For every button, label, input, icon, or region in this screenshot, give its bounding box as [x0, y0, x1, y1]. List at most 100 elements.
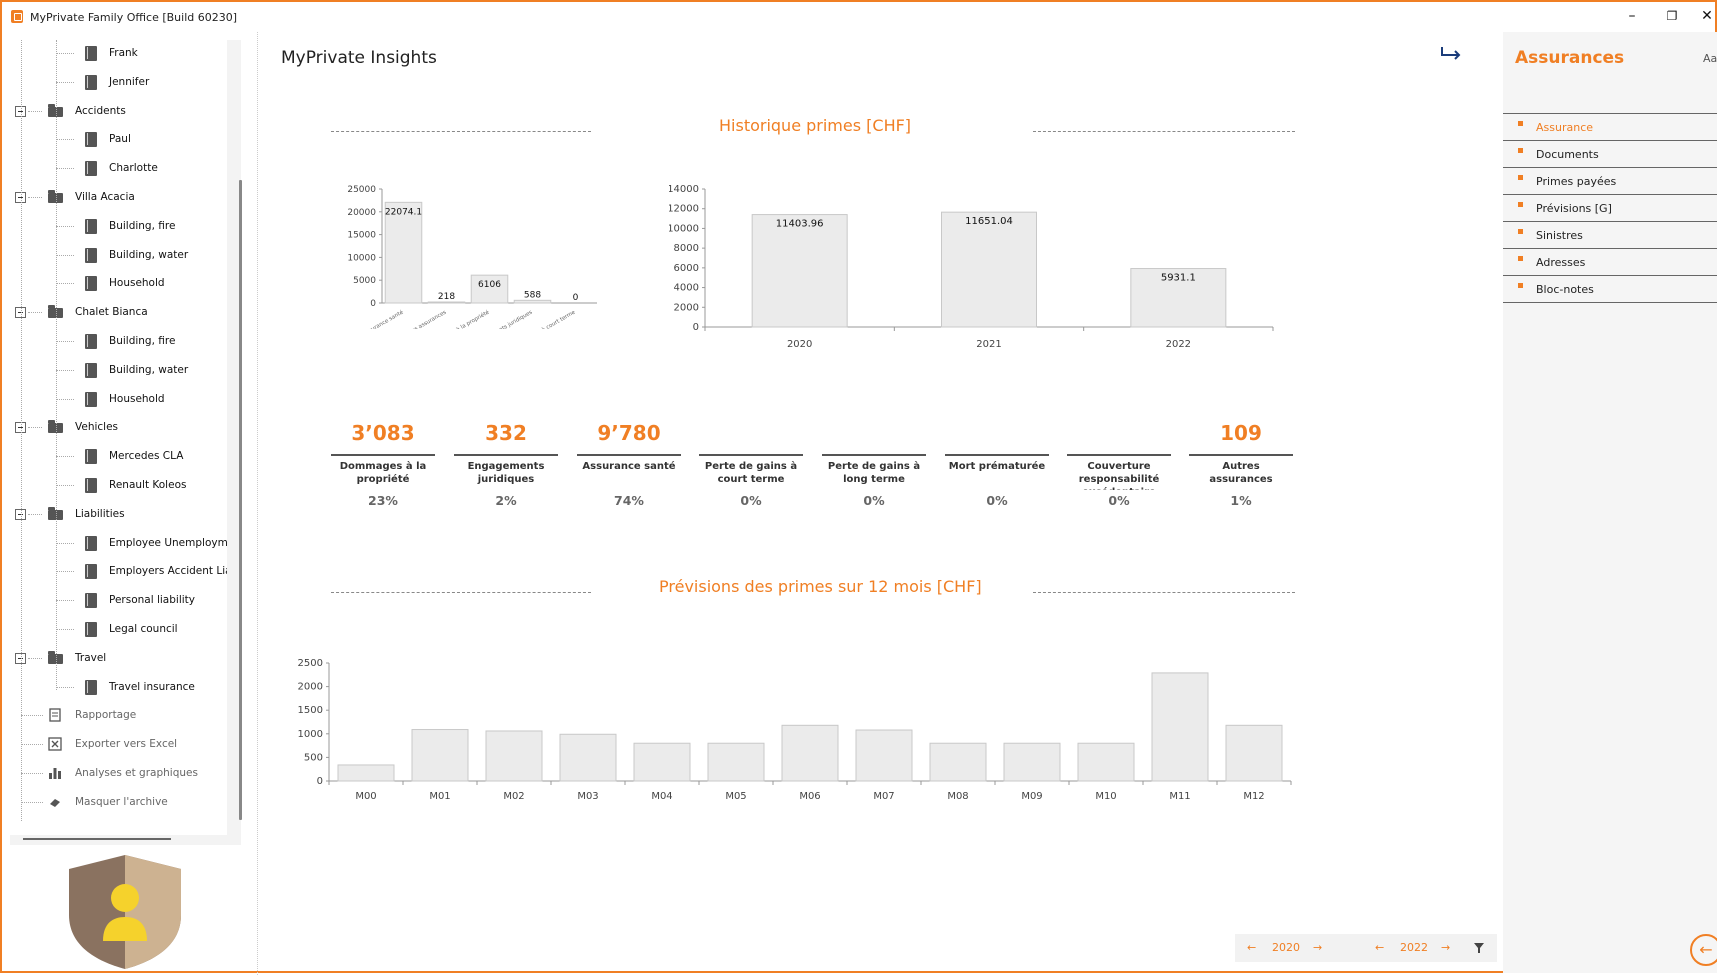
tree-item[interactable]: Renault Koleos	[10, 475, 227, 495]
swap-arrows-icon[interactable]	[1439, 44, 1463, 64]
tree-item[interactable]: Travel insurance	[10, 677, 227, 697]
kpi-divider	[945, 454, 1049, 456]
panel-nav-item[interactable]: Assurance	[1503, 114, 1717, 141]
tree-item[interactable]: Villa Acacia	[10, 187, 227, 207]
kpi-value: 3’083	[351, 421, 415, 445]
tree-connector	[56, 81, 74, 83]
bar	[485, 730, 543, 782]
tree-connector	[56, 168, 74, 170]
year-to-value: 2022	[1400, 941, 1428, 954]
tree-item[interactable]: Frank	[10, 43, 227, 63]
utility-label: Analyses et graphiques	[75, 767, 198, 779]
panel-nav-item[interactable]: Primes payées	[1503, 168, 1717, 195]
x-tick-label: M03	[577, 791, 598, 802]
bar	[337, 764, 395, 782]
tree-connector	[56, 225, 74, 227]
tree-item[interactable]: Chalet Bianca	[10, 302, 227, 322]
bar	[751, 214, 848, 328]
bar	[411, 729, 469, 782]
panel-nav-item[interactable]: Adresses	[1503, 249, 1717, 276]
tree-item[interactable]: Building, water	[10, 360, 227, 380]
close-button[interactable]: ✕	[1697, 6, 1717, 26]
year-to-next-arrow[interactable]: →	[1441, 941, 1450, 954]
panel-nav-item[interactable]: Documents	[1503, 141, 1717, 168]
year-from-prev-arrow[interactable]: ←	[1247, 941, 1256, 954]
tree-horizontal-scrollbar[interactable]	[23, 838, 171, 840]
tree-item[interactable]: Building, fire	[10, 216, 227, 236]
tree-item[interactable]: Legal council	[10, 619, 227, 639]
tree-item-label: Building, fire	[109, 335, 176, 347]
tree-item-label: Building, water	[109, 363, 189, 376]
tree-item[interactable]: Travel	[10, 648, 227, 668]
tree-connector	[21, 744, 43, 746]
tree-item-label: Building, water	[109, 248, 189, 261]
tree-item[interactable]: Liabilities	[10, 504, 227, 524]
tree-item[interactable]: Paul	[10, 129, 227, 149]
x-tick-label: 2022	[1166, 339, 1191, 349]
panel-nav-item[interactable]: Prévisions [G]	[1503, 195, 1717, 222]
panel-nav-label: Bloc-notes	[1536, 283, 1594, 296]
tree-item-label: Paul	[109, 133, 131, 146]
tree-item[interactable]: Vehicles	[10, 417, 227, 437]
kpi-value: 109	[1220, 421, 1262, 445]
document-icon	[85, 478, 97, 493]
x-tick-label: M04	[651, 791, 672, 802]
tree-item[interactable]: Personal liability	[10, 590, 227, 610]
panel-nav-label: Sinistres	[1536, 229, 1583, 242]
y-tick-label: 2000	[298, 682, 323, 693]
data-label: 11651.04	[965, 216, 1013, 227]
dashed-rule	[331, 131, 591, 132]
y-tick-label: 0	[317, 776, 323, 787]
font-size-toggle[interactable]: Aa	[1703, 52, 1717, 65]
tree-item[interactable]: Household	[10, 389, 227, 409]
premium-forecast-chart: 0 500 1000 1500 2000 2500 M00 M01 M02 M03 M04 M05 M0…	[298, 658, 1292, 802]
history-section-title: Historique primes [CHF]	[719, 116, 912, 135]
back-arrow-icon[interactable]: ←	[1690, 934, 1717, 966]
year-from-next-arrow[interactable]: →	[1313, 941, 1322, 954]
app-icon	[11, 10, 23, 23]
kpi-card: Perte de gains à court terme 0%	[699, 418, 803, 508]
y-tick-label: 500	[304, 752, 323, 763]
bar	[929, 742, 987, 782]
window-title: MyPrivate Family Office [Build 60230]	[30, 11, 238, 24]
tree-item[interactable]: Accidents	[10, 101, 227, 121]
tree-item[interactable]: Building, fire	[10, 331, 227, 351]
bullet-icon	[1518, 175, 1523, 180]
year-to-prev-arrow[interactable]: ←	[1375, 941, 1384, 954]
tree-item[interactable]: Jennifer	[10, 72, 227, 92]
y-tick-label: 5000	[353, 276, 376, 286]
tree-item[interactable]: Building, water	[10, 245, 227, 265]
tree-connector	[56, 369, 74, 371]
panel-nav-item[interactable]: Bloc-notes	[1503, 276, 1717, 303]
document-icon	[85, 535, 97, 551]
utility-label: Rapportage	[75, 709, 137, 722]
y-tick-label: 1000	[298, 729, 323, 740]
x-tick-label: 2021	[976, 339, 1001, 349]
tree-connector	[56, 341, 74, 342]
filter-icon[interactable]	[1473, 942, 1485, 954]
tree-item[interactable]: Employee Unemploymer	[10, 533, 227, 553]
utility-item[interactable]: Exporter vers Excel	[10, 734, 227, 754]
utility-item[interactable]: Rapportage	[10, 705, 227, 725]
restore-button[interactable]: ❐	[1657, 6, 1687, 26]
tree-item[interactable]: Household	[10, 273, 227, 293]
shield-logo-icon	[69, 855, 181, 969]
document-icon	[85, 593, 97, 609]
tree-view: Frank Jennifer Accidents Paul Charlotte Villa…	[10, 40, 227, 835]
tree-item[interactable]: Employers Accident Liab	[10, 561, 227, 581]
x-tick-label: M01	[429, 791, 450, 802]
utility-item[interactable]: Analyses et graphiques	[10, 763, 227, 783]
tree-item[interactable]: Mercedes CLA	[10, 446, 227, 466]
dashed-rule	[1033, 131, 1295, 132]
kpi-label: Dommages à la propriété	[339, 461, 427, 485]
panel-nav-item[interactable]: Sinistres	[1503, 222, 1717, 249]
document-icon	[85, 622, 97, 637]
minimize-button[interactable]: –	[1617, 6, 1647, 26]
tree-item[interactable]: Charlotte	[10, 158, 227, 178]
pane-divider[interactable]	[257, 32, 258, 975]
utility-item[interactable]: Masquer l'archive	[10, 792, 227, 812]
tree-item-label: Vehicles	[75, 421, 119, 434]
tree-scrollbar[interactable]	[239, 180, 242, 820]
tree-item-label: Building, fire	[109, 219, 176, 232]
kpi-percentage: 2%	[495, 493, 517, 508]
